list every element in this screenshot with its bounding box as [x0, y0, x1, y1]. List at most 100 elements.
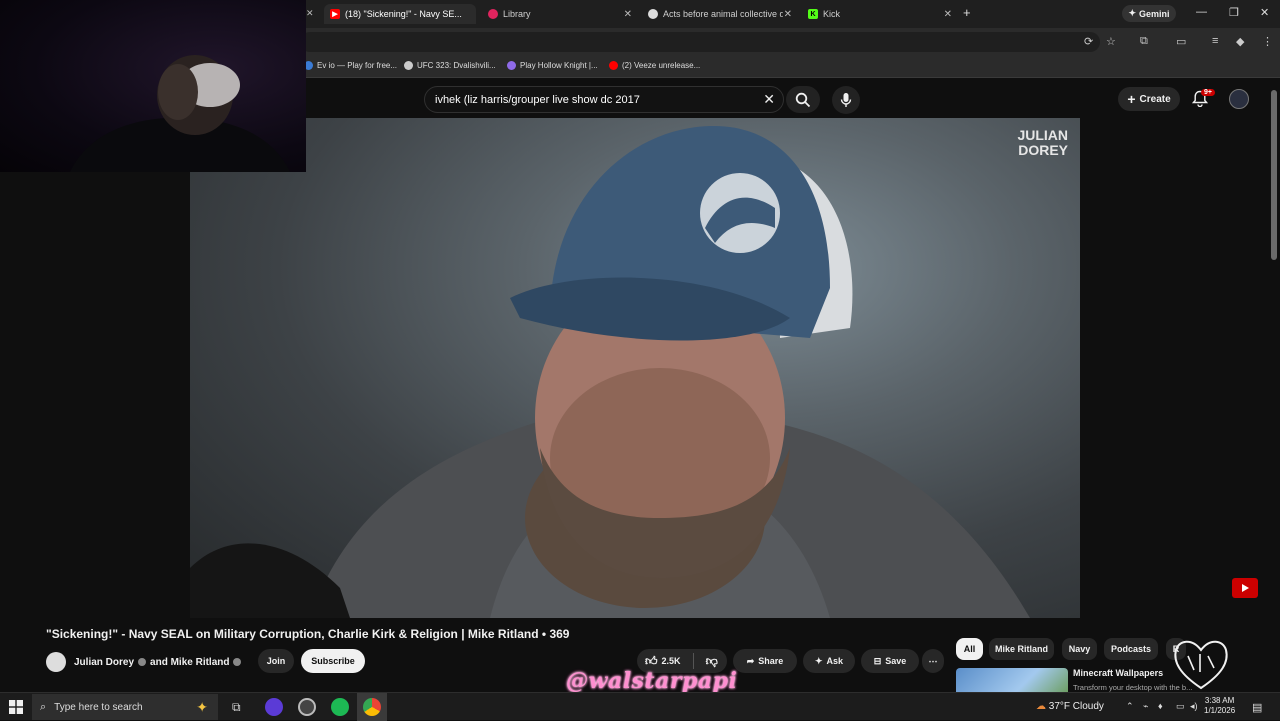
- bookmark-item[interactable]: (2) Veeze unrelease...: [609, 61, 700, 70]
- cast-icon[interactable]: ▭: [1176, 35, 1186, 48]
- share-button[interactable]: ➦ Share: [733, 649, 797, 673]
- weather-widget[interactable]: ☁ 37°F Cloudy: [1036, 701, 1104, 712]
- task-view-icon[interactable]: ⧉: [232, 700, 241, 715]
- more-actions-button[interactable]: ⋯: [922, 649, 944, 673]
- microphone-icon[interactable]: ♦: [1158, 701, 1163, 711]
- monitor-icon[interactable]: ▭: [1176, 701, 1185, 712]
- tab-library[interactable]: Library ✕: [482, 4, 638, 24]
- extensions-icon[interactable]: ⧉: [1140, 35, 1148, 48]
- shield-extension-icon[interactable]: ◆: [1236, 35, 1244, 48]
- collaborator-name[interactable]: and Mike Ritland: [150, 657, 229, 668]
- heart-logo-icon: [1174, 640, 1228, 690]
- maximize-icon[interactable]: ❐: [1229, 6, 1239, 19]
- cloudy-weather-icon: ☁: [1036, 701, 1046, 712]
- close-tab-icon[interactable]: ✕: [944, 9, 952, 20]
- save-label: Save: [885, 656, 907, 666]
- create-button[interactable]: + Create: [1118, 87, 1180, 111]
- plus-icon: +: [1127, 91, 1136, 107]
- install-app-icon[interactable]: ⟳: [1084, 35, 1093, 48]
- suggested-video-title[interactable]: Minecraft Wallpapers: [1073, 668, 1163, 678]
- bookmark-item[interactable]: UFC 323: Dvalishvili...: [404, 61, 496, 70]
- webcam-overlay: [0, 0, 306, 172]
- system-clock[interactable]: 3:38 AM 1/1/2026: [1204, 696, 1235, 716]
- verified-badge-icon: [138, 658, 147, 666]
- kick-favicon-icon: K: [808, 9, 818, 19]
- play-icon: [1242, 584, 1249, 592]
- clock-time: 3:38 AM: [1204, 696, 1235, 705]
- ask-label: Ask: [826, 656, 844, 666]
- tab-acts[interactable]: Acts before animal collective d... ✕: [642, 4, 798, 24]
- bookmark-label: Ev io — Play for free...: [317, 61, 398, 70]
- page-scrollbar[interactable]: [1271, 90, 1277, 260]
- close-window-icon[interactable]: ✕: [1260, 6, 1269, 19]
- bookmark-label: (2) Veeze unrelease...: [622, 61, 701, 70]
- bookmark-favicon-icon: [609, 61, 618, 70]
- divider: [692, 653, 694, 669]
- sparkle-icon: ✦: [1128, 8, 1137, 18]
- create-label: Create: [1139, 93, 1171, 105]
- video-player[interactable]: JULIAN DOREY: [190, 118, 1080, 618]
- obs-app-icon[interactable]: [298, 698, 316, 716]
- share-arrow-icon: ➦: [746, 655, 755, 666]
- minimize-icon[interactable]: —: [1196, 6, 1207, 18]
- clear-search-icon[interactable]: ✕: [763, 91, 775, 108]
- bookmark-favicon-icon: [404, 61, 413, 70]
- address-bar[interactable]: [300, 32, 1100, 52]
- join-label: Join: [266, 656, 286, 666]
- gemini-button[interactable]: ✦ Gemini: [1122, 5, 1176, 22]
- reading-list-icon[interactable]: ≡: [1212, 35, 1218, 47]
- bookmark-icon: ⊟: [873, 655, 882, 666]
- watermark-line: DOREY: [1018, 142, 1068, 158]
- globe-favicon-icon: [648, 9, 658, 19]
- bookmark-item[interactable]: Ev io — Play for free...: [304, 61, 397, 70]
- taskbar-search-input[interactable]: ⌕ Type here to search ✦: [32, 694, 218, 720]
- close-tab-icon[interactable]: ✕: [784, 9, 792, 20]
- notification-center-icon[interactable]: ▤: [1252, 701, 1262, 714]
- close-tab-icon[interactable]: ✕: [624, 9, 632, 20]
- video-frame-image: [190, 125, 1030, 618]
- youtube-favicon-icon: ▶: [330, 9, 340, 19]
- subscribe-label: Subscribe: [311, 656, 355, 666]
- sparkle-icon: ✦: [814, 655, 823, 666]
- bookmark-label: UFC 323: Dvalishvili...: [417, 61, 496, 70]
- kebab-menu-icon[interactable]: ⋮: [1262, 35, 1273, 48]
- avatar[interactable]: [1229, 89, 1249, 109]
- windows-start-icon[interactable]: [9, 700, 23, 714]
- network-icon[interactable]: ⌁: [1143, 701, 1148, 712]
- discord-app-icon[interactable]: [265, 698, 283, 716]
- chip-label: Mike Ritland: [994, 644, 1048, 654]
- search-input[interactable]: ivhek (liz harris/grouper live show dc 2…: [424, 86, 784, 113]
- new-tab-plus-icon[interactable]: +: [963, 5, 971, 20]
- chip-podcasts[interactable]: Podcasts: [1104, 638, 1158, 660]
- watermark-line: JULIAN: [1017, 127, 1068, 143]
- verified-badge-icon: [233, 658, 242, 666]
- volume-icon[interactable]: ◂): [1190, 701, 1198, 712]
- search-query-text: ivhek (liz harris/grouper live show dc 2…: [435, 93, 640, 106]
- channel-avatar[interactable]: [46, 652, 66, 672]
- search-button[interactable]: [786, 86, 820, 113]
- youtube-logo-icon: [1232, 578, 1258, 598]
- save-button[interactable]: ⊟ Save: [861, 649, 919, 673]
- more-horizontal-icon: ⋯: [928, 655, 938, 666]
- join-button[interactable]: Join: [258, 649, 294, 673]
- chip-navy[interactable]: Navy: [1062, 638, 1097, 660]
- like-button[interactable]: 👍︎ 2.5K: [645, 654, 681, 669]
- channel-name[interactable]: Julian Dorey: [74, 657, 134, 668]
- dislike-button[interactable]: 👎︎: [706, 654, 718, 669]
- tab-kick[interactable]: K Kick ✕: [802, 4, 958, 24]
- bookmark-star-icon[interactable]: ☆: [1106, 35, 1116, 48]
- ask-button[interactable]: ✦ Ask: [803, 649, 855, 673]
- chip-mike-ritland[interactable]: Mike Ritland: [989, 638, 1054, 660]
- spotify-app-icon[interactable]: [331, 698, 349, 716]
- tab-youtube[interactable]: ▶ (18) "Sickening!" - Navy SE...: [324, 4, 476, 24]
- share-label: Share: [758, 656, 784, 666]
- subscribe-button[interactable]: Subscribe: [301, 649, 365, 673]
- library-favicon-icon: [488, 9, 498, 19]
- chip-all[interactable]: All: [956, 638, 983, 660]
- close-tab-icon[interactable]: ✕: [306, 8, 314, 19]
- chevron-up-icon[interactable]: ⌃: [1126, 701, 1134, 712]
- bookmark-favicon-icon: [507, 61, 516, 70]
- like-count: 2.5K: [661, 656, 681, 666]
- voice-search-button[interactable]: [832, 86, 860, 114]
- bookmark-item[interactable]: Play Hollow Knight |...: [507, 61, 598, 70]
